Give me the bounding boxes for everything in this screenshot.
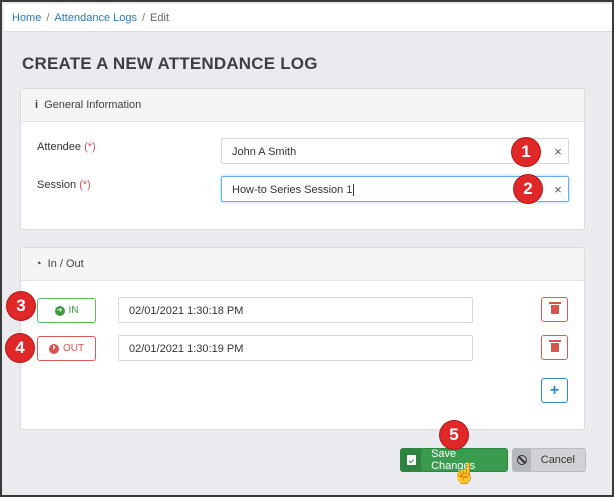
breadcrumb-attendance-logs-link[interactable]: Attendance Logs xyxy=(54,12,137,24)
arrow-circle-right-icon: ➜ xyxy=(54,305,65,316)
annotation-badge-1: 1 xyxy=(512,138,540,166)
attendee-clear-icon[interactable]: × xyxy=(551,144,565,159)
delete-out-button[interactable] xyxy=(541,335,568,360)
annotation-badge-5: 5 xyxy=(440,421,468,449)
cancel-label: Cancel xyxy=(540,454,575,466)
general-information-header: i General Information xyxy=(21,89,584,122)
breadcrumb-separator: / xyxy=(141,12,146,24)
ban-icon xyxy=(513,449,531,471)
breadcrumb-current: Edit xyxy=(150,12,170,24)
plus-icon: + xyxy=(549,381,560,399)
session-label: Session (*) xyxy=(37,179,91,191)
annotation-badge-3: 3 xyxy=(7,292,35,320)
trash-icon xyxy=(548,340,561,352)
delete-in-button[interactable] xyxy=(541,297,568,322)
attendee-label: Attendee (*) xyxy=(37,141,96,153)
in-timestamp-value: 02/01/2021 1:30:18 PM xyxy=(129,305,244,317)
hand-pointer-icon: ☝ xyxy=(452,463,477,485)
app-frame: Home / Attendance Logs / Edit CREATE A NEW A… xyxy=(0,0,614,497)
required-marker: (*) xyxy=(79,179,91,191)
play-circle-icon: ⏵ xyxy=(48,343,59,354)
breadcrumb: Home / Attendance Logs / Edit xyxy=(4,4,612,32)
in-out-card: ◔ In / Out ➜ IN 02/01/2021 1:30:18 PM ⏵ … xyxy=(20,247,585,430)
trash-icon xyxy=(548,302,561,314)
in-button-label: IN xyxy=(68,305,79,316)
in-out-header: ◔ In / Out xyxy=(21,248,584,281)
out-button-label: OUT xyxy=(62,343,85,354)
general-information-title: General Information xyxy=(44,99,142,111)
clock-icon: ◔ xyxy=(35,258,42,270)
out-timestamp-field[interactable]: 02/01/2021 1:30:19 PM xyxy=(118,335,473,361)
cancel-button[interactable]: Cancel xyxy=(512,448,586,472)
out-button[interactable]: ⏵ OUT xyxy=(37,336,96,361)
session-value: How-to Series Session 1 xyxy=(232,184,353,196)
page-title: CREATE A NEW ATTENDANCE LOG xyxy=(22,54,318,73)
annotation-badge-2: 2 xyxy=(514,175,542,203)
in-button[interactable]: ➜ IN xyxy=(37,298,96,323)
attendee-value: John A Smith xyxy=(232,146,297,158)
in-out-title: In / Out xyxy=(47,258,84,270)
annotation-badge-4: 4 xyxy=(6,334,34,362)
required-marker: (*) xyxy=(84,141,96,153)
general-information-card: i General Information Attendee (*) John … xyxy=(20,88,585,230)
session-clear-icon[interactable]: × xyxy=(551,182,565,197)
clipboard-check-icon xyxy=(401,449,422,471)
in-timestamp-field[interactable]: 02/01/2021 1:30:18 PM xyxy=(118,297,473,323)
out-timestamp-value: 02/01/2021 1:30:19 PM xyxy=(129,343,244,355)
breadcrumb-separator: / xyxy=(46,12,50,24)
breadcrumb-home-link[interactable]: Home xyxy=(12,12,41,24)
info-icon: i xyxy=(35,99,39,111)
add-entry-button[interactable]: + xyxy=(541,378,568,403)
